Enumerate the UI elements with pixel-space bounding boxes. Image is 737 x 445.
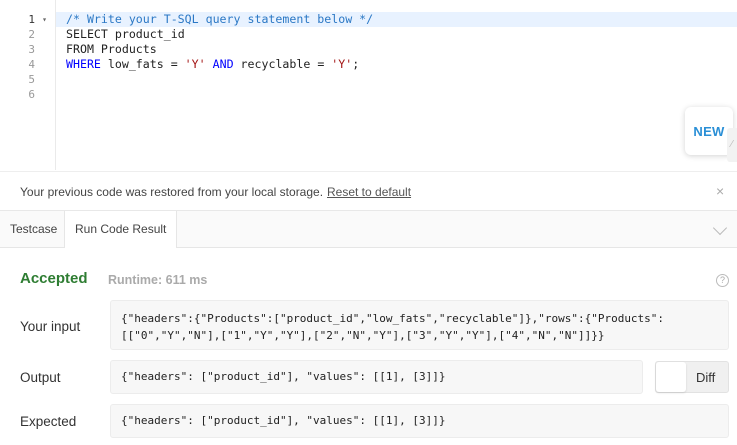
- code-token: 'Y': [331, 57, 353, 71]
- code-editor[interactable]: 1 ▾ 2 3 4 5 6 /* Write your T-SQL query statem…: [0, 0, 737, 170]
- code-text-area[interactable]: /* Write your T-SQL query statement belo…: [56, 0, 737, 170]
- resize-handle-icon[interactable]: ⁄: [727, 128, 737, 162]
- code-token: low_fats =: [100, 57, 185, 71]
- new-button[interactable]: NEW: [685, 107, 733, 155]
- diff-label: Diff: [696, 370, 716, 385]
- status-badge: Accepted: [20, 270, 88, 287]
- input-value: {"headers":{"Products":["product_id","lo…: [121, 312, 665, 342]
- tab-run-code-result[interactable]: Run Code Result: [64, 211, 178, 248]
- tab-testcase[interactable]: Testcase: [0, 211, 67, 248]
- line-number: 1 ▾: [28, 12, 47, 27]
- line-number-gutter: 1 ▾ 2 3 4 5 6: [0, 0, 56, 170]
- output-value: {"headers": ["product_id"], "values": [[…: [121, 370, 446, 383]
- expected-value: {"headers": ["product_id"], "values": [[…: [121, 414, 446, 427]
- restore-notice-bar: Your previous code was restored from you…: [0, 171, 737, 211]
- help-icon[interactable]: ?: [716, 274, 729, 287]
- code-token: recyclable =: [233, 57, 332, 71]
- line-number: 2: [28, 28, 35, 41]
- code-line[interactable]: SELECT product_id: [56, 27, 737, 42]
- input-value-box: {"headers":{"Products":["product_id","lo…: [110, 300, 729, 350]
- runtime-text: Runtime: 611 ms: [108, 273, 208, 287]
- close-icon[interactable]: ×: [716, 183, 724, 199]
- reset-to-default-link[interactable]: Reset to default: [327, 185, 411, 199]
- chevron-down-icon[interactable]: [712, 220, 728, 236]
- line-number: 3: [28, 43, 35, 56]
- output-value-box: {"headers": ["product_id"], "values": [[…: [110, 360, 643, 394]
- diff-toggle-knob[interactable]: [656, 362, 686, 392]
- code-line[interactable]: /* Write your T-SQL query statement belo…: [56, 12, 737, 27]
- expected-label: Expected: [20, 414, 77, 429]
- code-token: Products: [93, 42, 157, 56]
- fold-arrow-icon[interactable]: ▾: [42, 12, 47, 27]
- code-token: FROM: [66, 42, 94, 56]
- code-token: product_id: [107, 27, 185, 41]
- code-token: AND: [212, 57, 234, 71]
- input-label: Your input: [20, 319, 81, 334]
- expected-value-box: {"headers": ["product_id"], "values": [[…: [110, 404, 729, 438]
- code-token: 'Y': [184, 57, 206, 71]
- code-token: SELECT: [66, 27, 108, 41]
- code-line[interactable]: WHERE low_fats = 'Y' AND recyclable = 'Y…: [56, 57, 737, 72]
- line-number: 5: [28, 73, 35, 86]
- line-number: 4: [28, 58, 35, 71]
- code-token: ;: [352, 57, 360, 71]
- line-number: 6: [28, 88, 35, 101]
- code-token: /* Write your T-SQL query statement belo…: [66, 12, 374, 26]
- restore-message: Your previous code was restored from you…: [20, 185, 324, 199]
- code-line[interactable]: [56, 72, 737, 87]
- code-token: WHERE: [66, 57, 101, 71]
- console-tabs: Testcase Run Code Result: [0, 211, 737, 248]
- code-line[interactable]: FROM Products: [56, 42, 737, 57]
- output-label: Output: [20, 370, 61, 385]
- diff-toggle[interactable]: Diff: [655, 361, 729, 393]
- result-status-row: Accepted Runtime: 611 ms: [20, 270, 207, 288]
- code-line[interactable]: [56, 87, 737, 102]
